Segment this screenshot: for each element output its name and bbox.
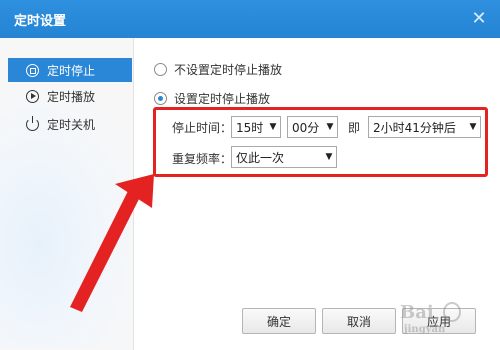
sidebar-item-timed-shutdown[interactable]: 定时关机 <box>8 112 132 136</box>
hour-select[interactable]: 15时 ▼ <box>231 116 281 138</box>
play-circle-icon <box>26 89 39 103</box>
svg-text:jingyan: jingyan <box>403 324 446 335</box>
no-timer-option[interactable]: 不设置定时停止播放 <box>154 60 282 78</box>
sidebar-item-label: 定时播放 <box>47 89 96 104</box>
after-value: 2小时41分钟后 <box>373 120 456 135</box>
sidebar-item-timed-stop[interactable]: 定时停止 <box>8 58 132 82</box>
sidebar-item-label: 定时停止 <box>47 63 96 78</box>
minute-select[interactable]: 00分 ▼ <box>287 116 338 138</box>
set-timer-option[interactable]: 设置定时停止播放 <box>154 89 270 107</box>
sidebar-item-label: 定时关机 <box>47 117 96 132</box>
svg-text:Bai: Bai <box>400 302 434 323</box>
ji-label: 即 <box>348 121 361 135</box>
ok-button[interactable]: 确定 <box>242 308 316 334</box>
stop-circle-icon <box>26 63 39 77</box>
watermark-logo: Bai jingyan <box>396 296 492 336</box>
hour-value: 15时 <box>236 120 264 135</box>
title-bar: 定时设置 ✕ <box>0 0 500 38</box>
no-timer-radio[interactable] <box>154 62 167 76</box>
power-icon <box>26 115 39 131</box>
chevron-down-icon: ▼ <box>469 122 477 132</box>
set-timer-label: 设置定时停止播放 <box>174 91 271 106</box>
minute-value: 00分 <box>292 120 320 135</box>
frequency-value: 仅此一次 <box>236 150 285 165</box>
no-timer-label: 不设置定时停止播放 <box>174 62 283 77</box>
stop-time-label: 停止时间： <box>172 121 233 135</box>
close-icon[interactable]: ✕ <box>468 8 490 30</box>
window-title: 定时设置 <box>14 14 67 29</box>
chevron-down-icon: ▼ <box>326 122 334 132</box>
sidebar: 定时停止 定时播放 定时关机 <box>0 38 134 350</box>
frequency-select[interactable]: 仅此一次 ▼ <box>231 146 337 168</box>
set-timer-radio[interactable] <box>154 91 167 105</box>
cancel-button[interactable]: 取消 <box>322 308 396 334</box>
after-select[interactable]: 2小时41分钟后 ▼ <box>368 116 481 138</box>
chevron-down-icon: ▼ <box>269 122 277 132</box>
frequency-label: 重复频率： <box>172 152 233 166</box>
chevron-down-icon: ▼ <box>325 152 333 162</box>
sidebar-item-timed-play[interactable]: 定时播放 <box>8 84 132 108</box>
